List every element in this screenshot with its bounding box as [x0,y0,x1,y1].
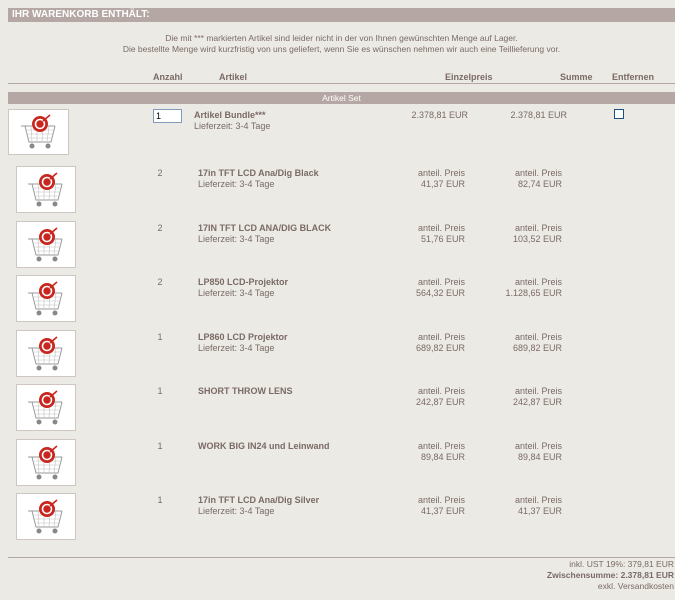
item-thumbnail[interactable] [16,275,76,322]
shopping-cart-icon [28,280,63,315]
column-header-einzelpreis: Einzelpreis [445,72,493,82]
item-name[interactable]: WORK BIG IN24 und Leinwand [198,441,330,451]
column-header-entfernen: Entfernen [612,72,655,82]
item-price-label: anteil. Preis [417,277,465,287]
item-delivery-time: Lieferzeit: 3-4 Tage [198,506,275,516]
item-name[interactable]: 17IN TFT LCD ANA/DIG BLACK [198,223,331,233]
stock-notice-line-1: Die mit *** markierten Artikel sind leid… [165,33,518,43]
shopping-cart-icon [28,444,63,479]
item-name[interactable]: SHORT THROW LENS [198,386,293,396]
item-quantity: 2 [157,277,163,287]
item-delivery-time: Lieferzeit: 3-4 Tage [198,234,275,244]
item-price-label: anteil. Preis [417,223,465,233]
item-unit-price: 41,37 EUR [420,179,465,189]
item-total: 41,37 EUR [517,506,562,516]
item-thumbnail[interactable] [16,384,76,431]
shopping-cart-icon [28,171,63,206]
item-unit-price: 689,82 EUR [415,343,465,353]
item-price-label: anteil. Preis [417,168,465,178]
item-unit-price: 41,37 EUR [420,506,465,516]
footer-divider [8,557,675,558]
item-quantity: 2 [157,223,163,233]
column-header-summe: Summe [560,72,593,82]
item-unit-price: 89,84 EUR [420,452,465,462]
bundle-thumbnail[interactable] [8,109,69,155]
item-total-label: anteil. Preis [514,441,562,451]
item-total-label: anteil. Preis [514,332,562,342]
item-name[interactable]: 17in TFT LCD Ana/Dig Black [198,168,319,178]
item-quantity: 1 [157,441,163,451]
item-thumbnail[interactable] [16,221,76,268]
item-total: 82,74 EUR [517,179,562,189]
bundle-remove-checkbox[interactable] [614,109,624,119]
item-total: 89,84 EUR [517,452,562,462]
item-total: 242,87 EUR [512,397,562,407]
shipping-note: exkl. Versandkosten [597,581,674,591]
item-total-label: anteil. Preis [514,277,562,287]
cart-title-bar: IHR WARENKORB ENTHÄLT: [8,8,675,22]
item-price-label: anteil. Preis [417,495,465,505]
column-header-artikel: Artikel [219,72,248,82]
header-divider [8,83,675,84]
item-total-label: anteil. Preis [514,386,562,396]
column-header-anzahl: Anzahl [153,72,183,82]
item-quantity: 1 [157,495,163,505]
bundle-unit-price: 2.378,81 EUR [411,110,468,120]
item-price-label: anteil. Preis [417,386,465,396]
item-thumbnail[interactable] [16,439,76,486]
bundle-quantity-input[interactable] [153,109,182,123]
stock-notice-line-2: Die bestellte Menge wird kurzfristig von… [122,44,561,54]
item-total: 1.128,65 EUR [505,288,562,298]
cart-title: IHR WARENKORB ENTHÄLT: [12,9,150,20]
article-set-label: Artikel Set [322,93,361,103]
item-total: 103,52 EUR [512,234,562,244]
item-total-label: anteil. Preis [514,168,562,178]
shopping-cart-icon [28,389,63,424]
item-price-label: anteil. Preis [417,332,465,342]
item-quantity: 2 [157,168,163,178]
shopping-cart-icon [28,335,63,370]
item-price-label: anteil. Preis [417,441,465,451]
shopping-cart-icon [20,114,55,149]
item-total-label: anteil. Preis [514,495,562,505]
item-delivery-time: Lieferzeit: 3-4 Tage [198,343,275,353]
item-unit-price: 242,87 EUR [415,397,465,407]
item-delivery-time: Lieferzeit: 3-4 Tage [198,288,275,298]
bundle-name: Artikel Bundle*** [194,110,266,120]
item-thumbnail[interactable] [16,330,76,377]
tax-line: inkl. UST 19%: 379,81 EUR [569,559,674,569]
item-quantity: 1 [157,332,163,342]
shopping-cart-icon [28,226,63,261]
item-name[interactable]: LP850 LCD-Projektor [198,277,288,287]
item-name[interactable]: LP860 LCD Projektor [198,332,288,342]
article-set-bar: Artikel Set [8,92,675,104]
item-total: 689,82 EUR [512,343,562,353]
subtotal-line: Zwischensumme: 2.378,81 EUR [546,570,674,580]
item-total-label: anteil. Preis [514,223,562,233]
item-thumbnail[interactable] [16,493,76,540]
item-delivery-time: Lieferzeit: 3-4 Tage [198,179,275,189]
item-name[interactable]: 17in TFT LCD Ana/Dig Silver [198,495,319,505]
item-thumbnail[interactable] [16,166,76,213]
bundle-total: 2.378,81 EUR [510,110,567,120]
item-unit-price: 51,76 EUR [420,234,465,244]
item-unit-price: 564,32 EUR [415,288,465,298]
bundle-delivery-time: Lieferzeit: 3-4 Tage [194,121,271,131]
shopping-cart-icon [28,498,63,533]
stock-notice: Die mit *** markierten Artikel sind leid… [0,33,675,55]
item-quantity: 1 [157,386,163,396]
